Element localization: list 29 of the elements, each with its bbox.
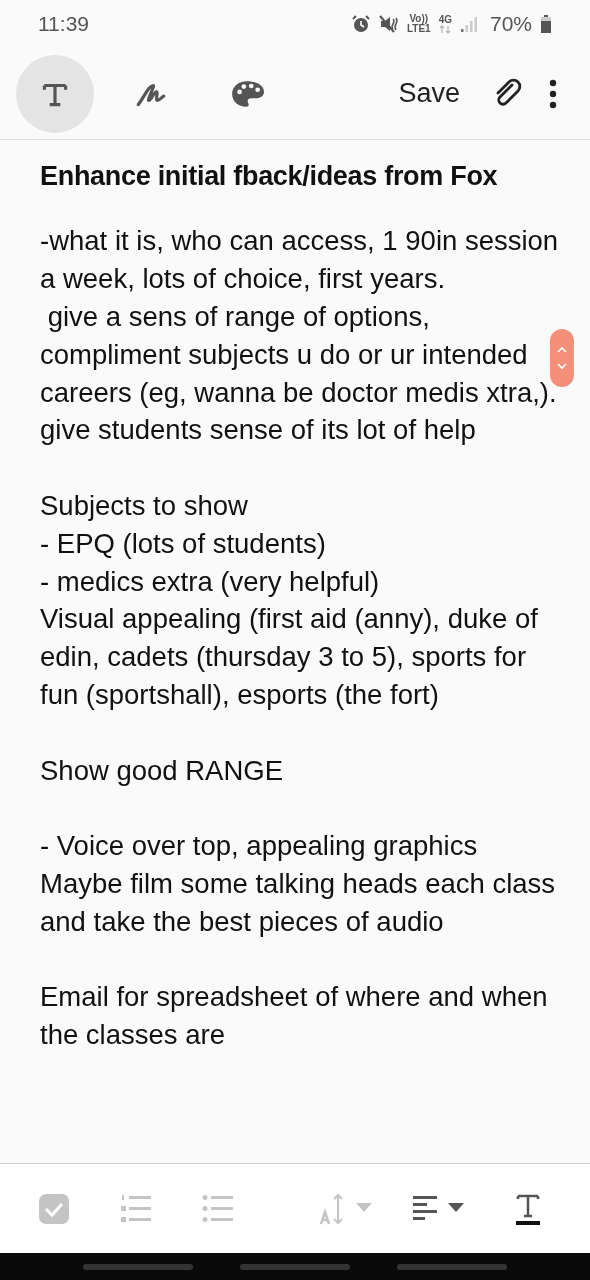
note-text: Email for spreadsheet of where and when the classes are (40, 980, 549, 1053)
note-title: Enhance initial fback/ideas from Fox (40, 160, 499, 193)
note-text: Visual appealing (first aid (anny), duke of edin, cadets (thursday 3 to 5), sports for fun (sportshall), esports (the fort) (40, 602, 539, 712)
signal-icon (459, 15, 478, 33)
battery-icon (540, 14, 552, 34)
bullet-list-icon (202, 1192, 234, 1225)
more-button[interactable] (548, 78, 558, 109)
more-options-icon (548, 78, 558, 109)
numbered-list-icon (120, 1192, 152, 1225)
note-text: Subjects to show (40, 488, 249, 523)
alarm-icon (350, 14, 371, 34)
note-text: - medics extra (very helpful) (40, 564, 381, 599)
note-text: Show good RANGE (40, 753, 285, 788)
note-text: -what it is, who can access, 1 90in session a week, lots of choice, first years. (40, 224, 560, 297)
checkbox-icon (38, 1192, 70, 1225)
save-button[interactable]: Save (390, 73, 468, 114)
note-text: Maybe film some talking heads each class and take the best pieces of audio (40, 866, 557, 939)
note-text: give a sens of range of options, compliment subjects u do or ur intended careers (eg, wanna be doctor medis xtra,). (40, 300, 558, 410)
volte-label: Vo)) (408, 14, 429, 24)
battery-percent: 70% (489, 11, 532, 38)
clock-time: 11:39 (38, 11, 89, 38)
note-text: - Voice over top, appealing graphics (40, 829, 479, 864)
network-label: 4G (438, 14, 452, 25)
note-text: give students sense of its lot of help (40, 413, 477, 448)
note-text: - EPQ (lots of students) (40, 526, 327, 561)
text-size-icon (320, 1192, 374, 1225)
lte-label: LTE1 (406, 24, 431, 34)
data-arrows-icon (439, 24, 452, 34)
mute-vibrate-icon (378, 14, 399, 34)
